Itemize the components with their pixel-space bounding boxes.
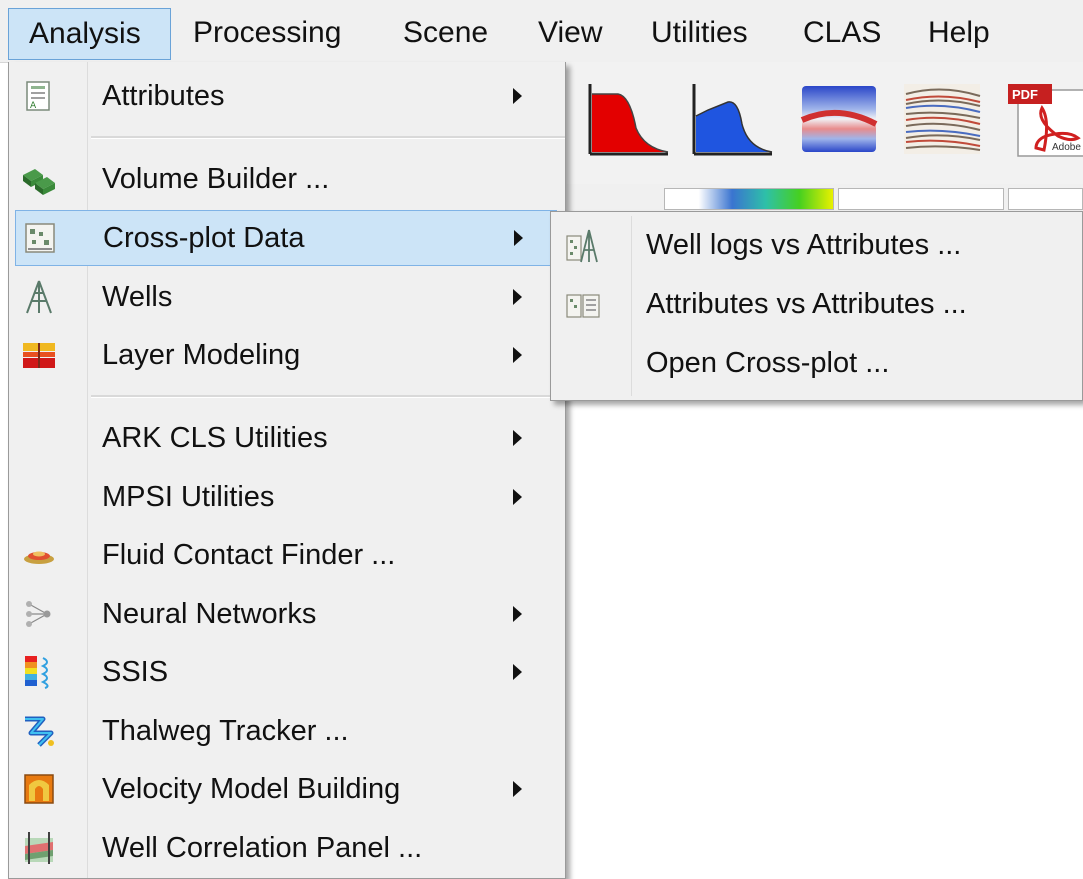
pdf-icon[interactable]: PDF Adobe [1006,80,1083,160]
menu-item-wells[interactable]: Wells [9,269,565,325]
colorbar-box-3 [1008,188,1083,210]
seismic-traces-icon[interactable] [902,80,984,160]
menu-processing[interactable]: Processing [173,8,361,60]
menu-item-label: Wells [102,281,173,313]
submenu-arrow-icon [513,347,522,363]
volume-builder-icon [21,161,57,197]
menu-item-label: SSIS [102,656,169,688]
well-logs-crossplot-icon [565,228,601,264]
submenu-arrow-icon [513,781,522,797]
layer-modeling-icon [21,337,57,373]
colorbar-strip [566,184,1083,214]
seismic-section-icon[interactable] [798,80,880,160]
menu-item-fluid-contact-finder[interactable]: Fluid Contact Finder ... [9,527,565,583]
menu-item-attributes[interactable]: A Attributes [9,68,565,124]
menu-view[interactable]: View [518,8,622,60]
neural-network-icon [21,596,57,632]
menu-item-label: Attributes [102,80,225,112]
menu-item-label: Volume Builder ... [102,163,330,195]
submenu-arrow-icon [513,88,522,104]
crossplot-icon [22,220,58,256]
menu-item-well-correlation-panel[interactable]: Well Correlation Panel ... [9,820,565,876]
submenu-arrow-icon [513,289,522,305]
submenu-item-attributes-vs-attributes[interactable]: Attributes vs Attributes ... [551,275,1082,333]
submenu-item-label: Open Cross-plot ... [646,347,890,379]
menu-utilities[interactable]: Utilities [631,8,768,60]
menu-item-ark-cls-utilities[interactable]: ARK CLS Utilities [9,410,565,466]
svg-text:A: A [30,101,37,111]
well-icon [21,279,57,315]
menu-bar: Analysis Processing Scene View Utilities… [0,0,1083,63]
menu-item-layer-modeling[interactable]: Layer Modeling [9,327,565,383]
menu-help[interactable]: Help [908,8,1010,60]
submenu-item-well-logs-vs-attributes[interactable]: Well logs vs Attributes ... [551,216,1082,274]
colorbar [664,188,834,210]
submenu-item-label: Well logs vs Attributes ... [646,229,962,261]
pdf-label: PDF [1012,87,1038,102]
submenu-arrow-icon [513,606,522,622]
submenu-arrow-icon [514,230,523,246]
submenu-item-open-crossplot[interactable]: Open Cross-plot ... [551,334,1082,392]
submenu-arrow-icon [513,489,522,505]
menu-item-mpsi-utilities[interactable]: MPSI Utilities [9,469,565,525]
menu-separator [91,136,565,139]
colorbar-box-2 [838,188,1004,210]
menu-item-label: ARK CLS Utilities [102,422,328,454]
menu-item-label: Thalweg Tracker ... [102,715,349,747]
menu-item-label: MPSI Utilities [102,481,275,513]
velocity-model-icon [21,771,57,807]
menu-item-label: Neural Networks [102,598,317,630]
attributes-icon: A [21,78,57,114]
menu-item-crossplot-data[interactable]: Cross-plot Data [15,210,557,266]
submenu-arrow-icon [513,664,522,680]
menu-item-label: Velocity Model Building [102,773,401,805]
menu-item-thalweg-tracker[interactable]: Thalweg Tracker ... [9,703,565,759]
menu-item-velocity-model-building[interactable]: Velocity Model Building [9,761,565,817]
red-area-chart-icon[interactable] [588,80,670,160]
menu-clas[interactable]: CLAS [783,8,901,60]
menu-item-neural-networks[interactable]: Neural Networks [9,586,565,642]
attributes-crossplot-icon [565,287,601,323]
menu-analysis[interactable]: Analysis [8,8,171,60]
adobe-label: Adobe [1052,142,1081,153]
menu-separator [91,395,565,398]
fluid-contact-icon [21,537,57,573]
blue-area-chart-icon[interactable] [692,80,774,160]
menu-item-label: Layer Modeling [102,339,301,371]
analysis-menu: A Attributes Volume Builder ... Cross-pl… [8,62,566,879]
submenu-item-label: Attributes vs Attributes ... [646,288,967,320]
submenu-arrow-icon [513,430,522,446]
menu-item-volume-builder[interactable]: Volume Builder ... [9,151,565,207]
ssis-icon [21,654,57,690]
menu-item-ssis[interactable]: SSIS [9,644,565,700]
menu-item-label: Fluid Contact Finder ... [102,539,396,571]
menu-item-label: Cross-plot Data [103,222,305,254]
well-correlation-icon [21,830,57,866]
menu-scene[interactable]: Scene [383,8,508,60]
thalweg-icon [21,713,57,749]
crossplot-submenu: Well logs vs Attributes ... Attributes v… [550,211,1083,401]
menu-item-label: Well Correlation Panel ... [102,832,423,864]
